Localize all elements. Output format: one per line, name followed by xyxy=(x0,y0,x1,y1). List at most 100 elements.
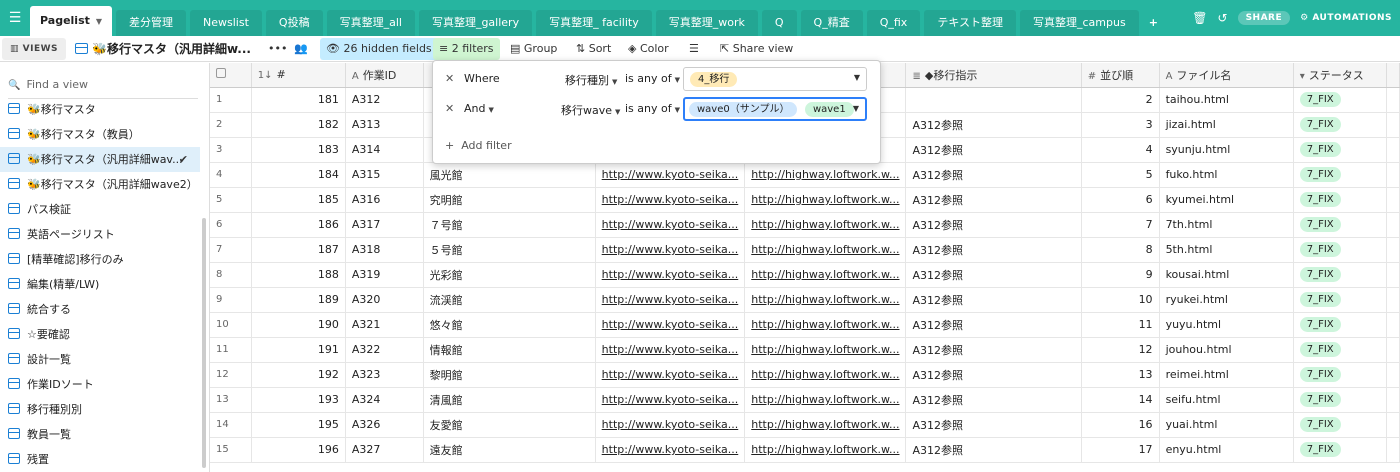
header-number[interactable]: 1↓ # xyxy=(251,63,346,88)
sidebar-view-item[interactable]: 設計一覧 xyxy=(0,347,200,372)
cell-work-id[interactable]: A317 xyxy=(345,212,424,238)
cell-url-2[interactable]: http://highway.loftwork.w... xyxy=(744,187,907,213)
filter-value-select[interactable]: 4_移行 ▼ xyxy=(683,67,867,91)
cell-filename[interactable]: yuai.html xyxy=(1159,412,1294,438)
cell-filename[interactable]: ryukei.html xyxy=(1159,287,1294,313)
cell-url-1[interactable]: http://www.kyoto-seika... xyxy=(595,212,746,238)
cell-status[interactable]: 7_FIX xyxy=(1293,262,1387,288)
cell-migration-instruction[interactable]: A312参照 xyxy=(905,212,1082,238)
cell-number[interactable]: 191 xyxy=(251,337,346,363)
cell-url-1[interactable]: http://www.kyoto-seika... xyxy=(595,337,746,363)
table-row[interactable]: 14 195 A326 友愛館 http://www.kyoto-seika... htt… xyxy=(210,412,1400,438)
tab-12[interactable]: 写真整理_campus xyxy=(1020,10,1139,36)
cell-number[interactable]: 195 xyxy=(251,412,346,438)
filter-operator-select[interactable]: is any of ▼ xyxy=(625,72,680,85)
table-row[interactable]: 7 187 A318 ５号館 http://www.kyoto-seika... http… xyxy=(210,237,1400,263)
row-number[interactable]: 11 xyxy=(210,337,252,363)
tab-10[interactable]: Q_fix xyxy=(866,10,921,36)
cell-migration-instruction[interactable]: A312参照 xyxy=(905,437,1082,463)
cell-url-2[interactable]: http://highway.loftwork.w... xyxy=(744,287,907,313)
cell-order[interactable]: 2 xyxy=(1081,87,1160,113)
cell-order[interactable]: 10 xyxy=(1081,287,1160,313)
sidebar-view-item[interactable]: 作業IDソート xyxy=(0,372,200,397)
cell-work-id[interactable]: A321 xyxy=(345,312,424,338)
filter-value-select[interactable]: wave0（サンプル） wave1 ▼ xyxy=(683,97,867,121)
sidebar-view-item[interactable]: 🐝移行マスタ（汎用詳細wav... ✔ xyxy=(0,147,200,172)
filters-button[interactable]: ≡ 2 filters xyxy=(433,38,500,60)
row-number[interactable]: 1 xyxy=(210,87,252,113)
table-row[interactable]: 10 190 A321 悠々館 http://www.kyoto-seika... htt… xyxy=(210,312,1400,338)
cell-work-id[interactable]: A327 xyxy=(345,437,424,463)
cell-order[interactable]: 14 xyxy=(1081,387,1160,413)
cell-migration-instruction[interactable]: A312参照 xyxy=(905,312,1082,338)
cell-name[interactable]: 黎明館 xyxy=(423,362,596,388)
cell-url-1[interactable]: http://www.kyoto-seika... xyxy=(595,387,746,413)
cell-migration-instruction[interactable]: A312参照 xyxy=(905,112,1082,138)
cell-migration-instruction[interactable]: A312参照 xyxy=(905,337,1082,363)
menu-icon[interactable]: ☰ xyxy=(6,9,24,27)
cell-migration-instruction[interactable]: A312参照 xyxy=(905,412,1082,438)
sidebar-view-item[interactable]: 移行種別別 xyxy=(0,397,200,422)
cell-status[interactable]: 7_FIX xyxy=(1293,437,1387,463)
cell-filename[interactable]: enyu.html xyxy=(1159,437,1294,463)
cell-order[interactable]: 17 xyxy=(1081,437,1160,463)
cell-url-2[interactable]: http://highway.loftwork.w... xyxy=(744,262,907,288)
cell-order[interactable]: 4 xyxy=(1081,137,1160,163)
row-number[interactable]: 10 xyxy=(210,312,252,338)
sidebar-view-item[interactable]: ☆要確認 xyxy=(0,322,200,347)
cell-work-id[interactable]: A316 xyxy=(345,187,424,213)
cell-status[interactable]: 7_FIX xyxy=(1293,112,1387,138)
row-number[interactable]: 15 xyxy=(210,437,252,463)
cell-work-id[interactable]: A319 xyxy=(345,262,424,288)
automations-button[interactable]: ⚙ AUTOMATIONS xyxy=(1300,13,1392,23)
find-view-input[interactable]: 🔍 Find a view xyxy=(8,77,198,99)
cell-work-id[interactable]: A324 xyxy=(345,387,424,413)
table-row[interactable]: 12 192 A323 黎明館 http://www.kyoto-seika... htt… xyxy=(210,362,1400,388)
cell-order[interactable]: 3 xyxy=(1081,112,1160,138)
sidebar-view-item[interactable]: 統合する xyxy=(0,297,200,322)
cell-number[interactable]: 184 xyxy=(251,162,346,188)
row-number[interactable]: 6 xyxy=(210,212,252,238)
history-icon[interactable]: ↺ xyxy=(1218,11,1228,25)
row-number[interactable]: 9 xyxy=(210,287,252,313)
tab-7[interactable]: 写真整理_work xyxy=(655,10,758,36)
table-row[interactable]: 13 193 A324 清風館 http://www.kyoto-seika... htt… xyxy=(210,387,1400,413)
cell-url-2[interactable]: http://highway.loftwork.w... xyxy=(744,437,907,463)
tab-11[interactable]: テキスト整理 xyxy=(924,10,1016,36)
row-number[interactable]: 2 xyxy=(210,112,252,138)
header-status[interactable]: ▾ ステータス xyxy=(1293,63,1387,88)
cell-status[interactable]: 7_FIX xyxy=(1293,337,1387,363)
cell-number[interactable]: 196 xyxy=(251,437,346,463)
row-number[interactable]: 13 xyxy=(210,387,252,413)
cell-order[interactable]: 7 xyxy=(1081,212,1160,238)
color-button[interactable]: ◈ Color xyxy=(622,38,675,60)
cell-status[interactable]: 7_FIX xyxy=(1293,87,1387,113)
cell-url-2[interactable]: http://highway.loftwork.w... xyxy=(744,387,907,413)
chevron-down-icon[interactable]: ▼ xyxy=(96,17,102,26)
row-number[interactable]: 4 xyxy=(210,162,252,188)
select-all-header[interactable] xyxy=(210,63,252,88)
cell-work-id[interactable]: A312 xyxy=(345,87,424,113)
cell-order[interactable]: 13 xyxy=(1081,362,1160,388)
cell-work-id[interactable]: A323 xyxy=(345,362,424,388)
cell-status[interactable]: 7_FIX xyxy=(1293,212,1387,238)
cell-status[interactable]: 7_FIX xyxy=(1293,187,1387,213)
hidden-fields-button[interactable]: 👁 26 hidden fields xyxy=(320,38,438,60)
add-filter-button[interactable]: + Add filter xyxy=(445,139,512,152)
cell-name[interactable]: 清風館 xyxy=(423,387,596,413)
cell-url-2[interactable]: http://highway.loftwork.w... xyxy=(744,162,907,188)
row-number[interactable]: 7 xyxy=(210,237,252,263)
row-height-icon[interactable]: ☰ xyxy=(683,38,705,60)
row-number[interactable]: 5 xyxy=(210,187,252,213)
cell-name[interactable]: 友愛館 xyxy=(423,412,596,438)
cell-order[interactable]: 16 xyxy=(1081,412,1160,438)
sidebar-view-item[interactable]: 🐝移行マスタ（教員） xyxy=(0,122,200,147)
table-row[interactable]: 4 184 A315 風光館 http://www.kyoto-seika... http… xyxy=(210,162,1400,188)
cell-status[interactable]: 7_FIX xyxy=(1293,137,1387,163)
cell-number[interactable]: 181 xyxy=(251,87,346,113)
cell-number[interactable]: 190 xyxy=(251,312,346,338)
tab-8[interactable]: Q xyxy=(761,10,797,36)
cell-url-1[interactable]: http://www.kyoto-seika... xyxy=(595,437,746,463)
filter-field-select[interactable]: 移行種別 ▼ xyxy=(565,72,617,88)
header-work-id[interactable]: A 作業ID xyxy=(345,63,424,88)
